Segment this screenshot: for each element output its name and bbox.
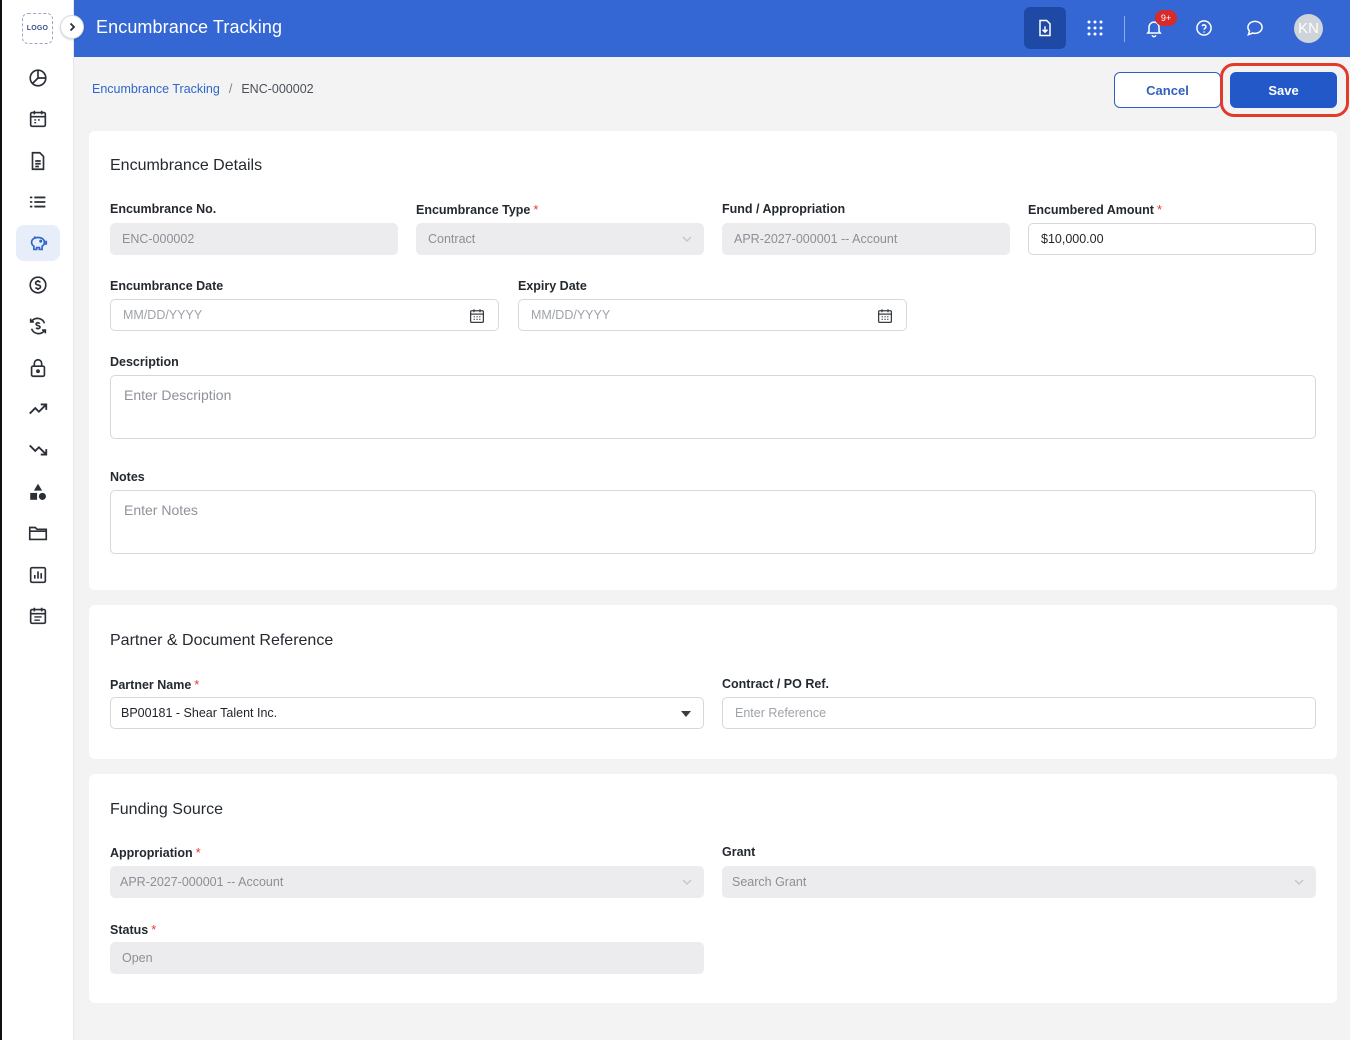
notes-textarea[interactable]: Enter Notes — [110, 490, 1316, 554]
bar-report-icon — [29, 566, 47, 584]
field-label: Encumbrance No. — [110, 202, 217, 216]
calendar-icon[interactable] — [876, 307, 894, 325]
export-button[interactable] — [1024, 7, 1066, 49]
dollar-refresh-icon — [29, 317, 47, 335]
header-divider — [1124, 16, 1125, 42]
sidebar-item-list[interactable] — [16, 184, 60, 220]
apps-button[interactable] — [1074, 7, 1116, 49]
sidebar-item-security[interactable] — [16, 350, 60, 386]
sidebar-item-assets[interactable] — [16, 474, 60, 510]
trend-down-icon — [29, 444, 48, 456]
partner-name-select[interactable]: BP00181 - Shear Talent Inc. — [110, 697, 704, 729]
encumbrance-no-field: ENC-000002 — [110, 223, 398, 255]
grid-dots-icon — [1087, 20, 1103, 36]
fund-appropriation-field: APR-2027-000001 -- Account — [722, 223, 1010, 255]
sidebar-item-calendar[interactable] — [16, 101, 60, 137]
required-marker: * — [194, 677, 200, 692]
document-icon — [31, 151, 45, 171]
field-label: Encumbered Amount * — [1028, 202, 1162, 217]
section-title: Funding Source — [110, 801, 223, 818]
top-header: Encumbrance Tracking 9+ KN — [74, 0, 1350, 57]
dollar-circle-icon — [29, 276, 47, 294]
field-label: Grant — [722, 845, 756, 859]
list-icon — [29, 196, 46, 208]
breadcrumb: Encumbrance Tracking / ENC-000002 — [92, 82, 314, 96]
encumbrance-type-select: Contract — [416, 223, 704, 255]
field-label: Status * — [110, 922, 157, 937]
page-title: Encumbrance Tracking — [96, 17, 283, 37]
field-label: Encumbrance Date — [110, 279, 224, 293]
app-logo: LOGO — [22, 13, 53, 44]
notifications-button[interactable]: 9+ — [1133, 7, 1177, 49]
sidebar-item-revenue[interactable] — [16, 391, 60, 427]
encumbrance-details-card: Encumbrance Details Encumbrance No. ENC-… — [89, 131, 1337, 590]
breadcrumb-link-encumbrance[interactable]: Encumbrance Tracking — [92, 82, 220, 96]
caret-down-icon — [681, 711, 691, 717]
save-highlight-ring — [1220, 63, 1349, 117]
chevron-down-icon — [682, 236, 692, 242]
sidebar-item-payments[interactable] — [16, 267, 60, 303]
file-download-icon — [1039, 19, 1051, 37]
field-label: Notes — [110, 470, 145, 484]
expiry-date-input[interactable]: MM/DD/YYYY — [518, 299, 907, 331]
encumbrance-date-input[interactable]: MM/DD/YYYY — [110, 299, 499, 331]
chevron-down-icon — [682, 879, 692, 885]
calendar-icon — [29, 110, 47, 128]
trend-up-icon — [29, 403, 48, 415]
status-field: Open — [110, 942, 704, 974]
calendar-list-icon — [29, 607, 47, 625]
required-marker: * — [1156, 202, 1162, 217]
field-label: Contract / PO Ref. — [722, 677, 829, 691]
description-textarea[interactable]: Enter Description — [110, 375, 1316, 439]
help-circle-icon — [1196, 20, 1212, 36]
breadcrumb-current: ENC-000002 — [241, 82, 314, 96]
folder-icon — [28, 526, 48, 541]
shapes-icon — [30, 483, 46, 500]
grant-select: Search Grant — [722, 866, 1316, 898]
field-label: Fund / Appropriation — [722, 202, 846, 216]
notification-badge: 9+ — [1155, 10, 1177, 26]
field-label: Description — [110, 355, 179, 369]
sidebar-item-files[interactable] — [16, 515, 60, 551]
contract-po-ref-input[interactable]: Enter Reference — [722, 697, 1316, 729]
section-title: Partner & Document Reference — [110, 632, 334, 649]
sidebar-item-transfers[interactable] — [16, 308, 60, 344]
user-avatar[interactable]: KN — [1294, 14, 1323, 43]
chat-bubble-icon — [1247, 20, 1263, 36]
chat-button[interactable] — [1234, 7, 1276, 49]
breadcrumb-separator: / — [228, 82, 233, 96]
partner-reference-card: Partner & Document Reference Partner Nam… — [89, 605, 1337, 759]
sidebar-item-documents[interactable] — [16, 143, 60, 179]
field-label: Expiry Date — [518, 279, 587, 293]
field-label: Partner Name * — [110, 677, 200, 692]
calendar-icon[interactable] — [468, 307, 486, 325]
encumbered-amount-input[interactable]: $10,000.00 — [1028, 223, 1316, 255]
help-button[interactable] — [1183, 7, 1225, 49]
cancel-button[interactable]: Cancel — [1114, 72, 1221, 108]
sidebar: LOGO — [2, 0, 74, 1040]
section-title: Encumbrance Details — [110, 157, 263, 174]
appropriation-select: APR-2027-000001 -- Account — [110, 866, 704, 898]
sidebar-item-dashboard[interactable] — [16, 60, 60, 96]
required-marker: * — [195, 845, 201, 860]
piggy-bank-icon — [30, 235, 48, 251]
lock-icon — [30, 358, 46, 378]
field-label: Encumbrance Type * — [416, 202, 539, 217]
field-label: Appropriation * — [110, 845, 201, 860]
sidebar-item-reports[interactable] — [16, 557, 60, 593]
chevron-right-icon — [69, 22, 76, 32]
funding-source-card: Funding Source Appropriation * APR-2027-0… — [89, 774, 1337, 1003]
required-marker: * — [533, 202, 539, 217]
sidebar-expand-button[interactable] — [60, 15, 84, 39]
required-marker: * — [151, 922, 157, 937]
chevron-down-icon — [1294, 879, 1304, 885]
pie-chart-icon — [29, 69, 47, 87]
sidebar-item-expenses[interactable] — [16, 432, 60, 468]
sidebar-item-encumbrance[interactable] — [16, 225, 60, 261]
sidebar-item-schedule[interactable] — [16, 598, 60, 634]
